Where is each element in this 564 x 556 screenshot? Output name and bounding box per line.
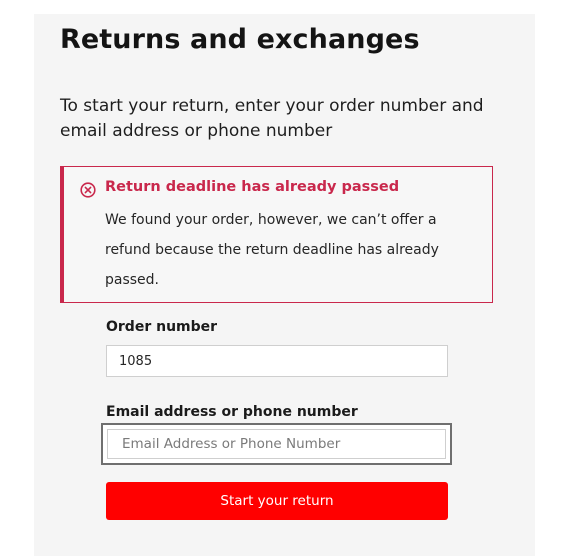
- email-or-phone-input[interactable]: [107, 429, 446, 459]
- order-number-label: Order number: [106, 319, 218, 335]
- order-number-input[interactable]: [106, 345, 448, 377]
- error-title: Return deadline has already passed: [105, 179, 400, 195]
- error-alert: Return deadline has already passed We fo…: [60, 166, 493, 303]
- start-return-button[interactable]: Start your return: [106, 482, 448, 520]
- email-or-phone-focus-ring: [101, 423, 452, 465]
- error-circle-x-icon: [80, 182, 96, 198]
- intro-text: To start your return, enter your order n…: [60, 96, 484, 141]
- email-or-phone-label: Email address or phone number: [106, 404, 358, 420]
- page-title: Returns and exchanges: [60, 24, 420, 55]
- error-message: We found your order, however, we can’t o…: [105, 212, 439, 288]
